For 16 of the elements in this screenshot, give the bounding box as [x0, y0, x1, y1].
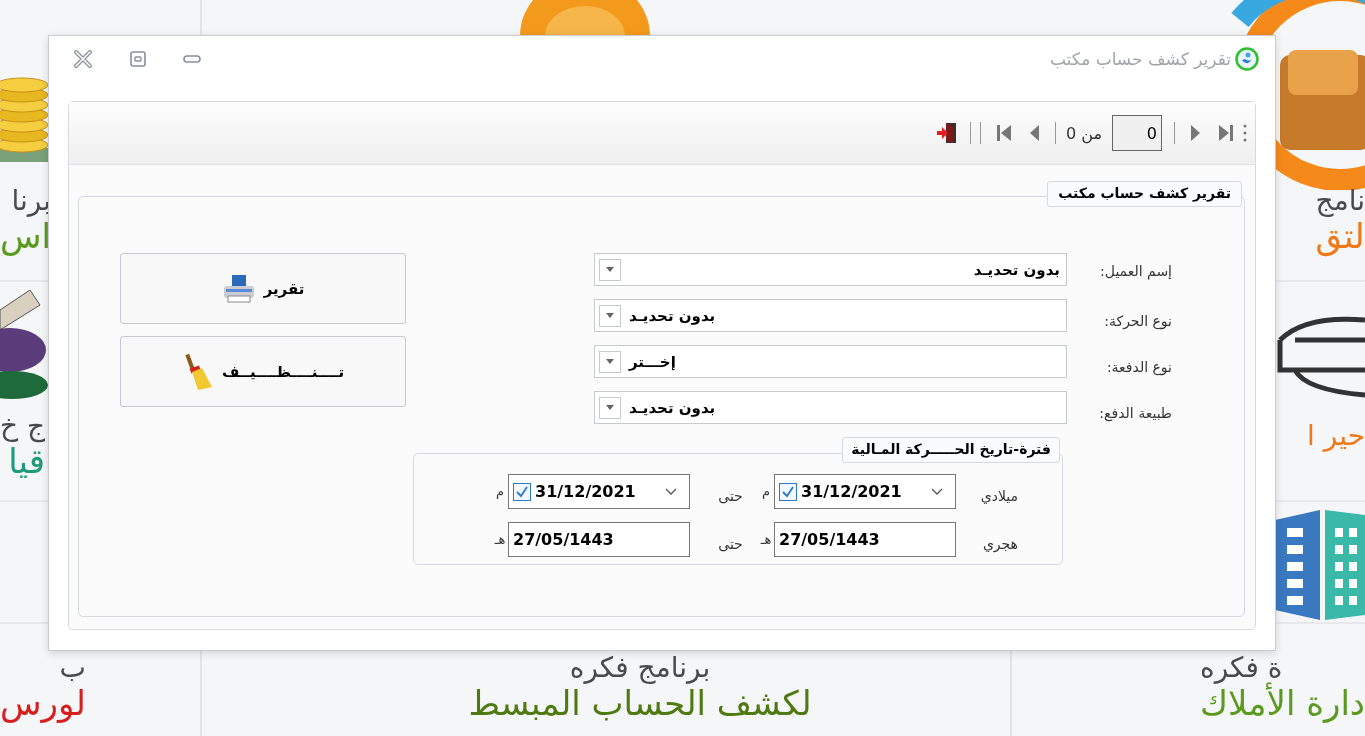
era-suffix: هـ	[759, 532, 773, 547]
to-label: حتى	[717, 534, 744, 552]
record-count: من 0	[1065, 123, 1102, 143]
group-title: تقرير كشف حساب مكتب	[1047, 181, 1242, 207]
field-label: إسم العميل:	[1100, 262, 1172, 282]
to-label: حتى	[717, 486, 744, 504]
era-suffix: م	[494, 484, 506, 499]
era-suffix: م	[760, 484, 772, 499]
field-label: طبيعة الدفع:	[1099, 404, 1172, 424]
date-label: ميلادي	[979, 486, 1018, 504]
group-title: فترة-تاريخ الحـــــركة المـالية	[842, 437, 1060, 463]
date-label: هجري	[981, 534, 1018, 552]
field-label: نوع الحركة:	[1104, 312, 1172, 332]
era-suffix: هـ	[493, 532, 507, 547]
field-label: نوع الدفعة:	[1106, 358, 1172, 378]
window-title: تقرير كشف حساب مكتب	[1049, 48, 1231, 69]
